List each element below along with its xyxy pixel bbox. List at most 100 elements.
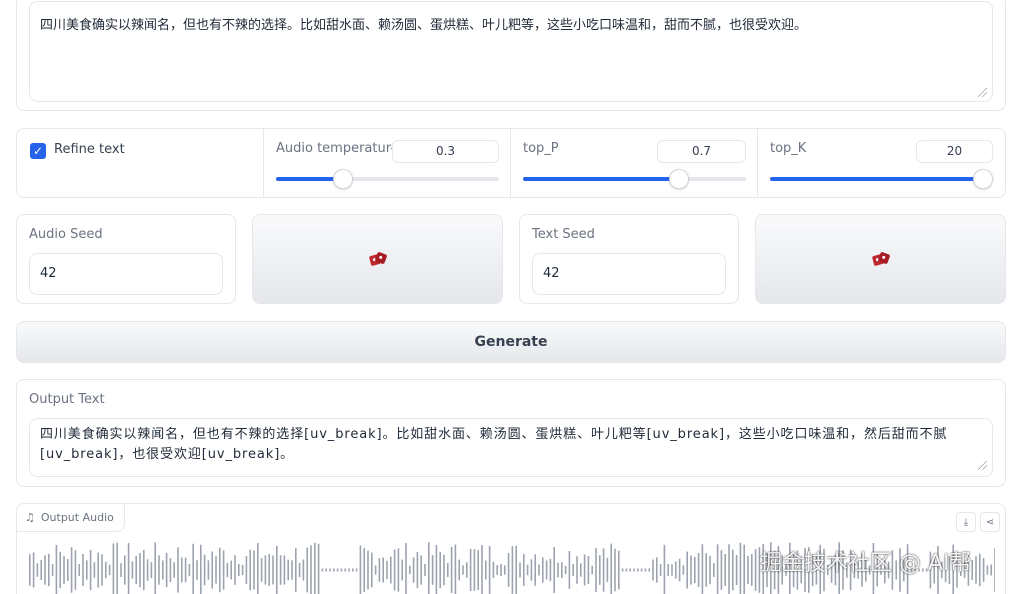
audio-seed-input[interactable]: 42 [29,253,223,295]
top-k-value[interactable]: 20 [916,140,993,163]
output-audio-tag: ♫ Output Audio [17,504,125,532]
waveform-bar [226,562,229,578]
resize-handle-icon[interactable] [978,88,987,97]
audio-seed-randomize-button[interactable] [252,214,503,304]
waveform-bar [580,563,582,577]
audio-temperature-value[interactable]: 0.3 [392,140,499,163]
waveform-bar [188,564,191,576]
waveform-bar [439,551,441,589]
settings-row: ✓ Refine text Audio temperature 0.3 top_… [16,128,1006,198]
waveform-bar [739,542,742,594]
waveform-bar [101,554,103,586]
refine-text-checkbox[interactable]: ✓ [30,143,46,159]
waveform-bar [393,549,396,591]
waveform-bar [416,551,419,589]
waveform-bar [260,558,263,582]
waveform-bar [82,554,84,586]
audio-temperature-thumb[interactable] [332,169,353,189]
share-icon[interactable]: ⋖ [980,512,1000,532]
waveform-bar [48,553,50,587]
waveform-bar [659,564,662,576]
waveform-bar [975,556,977,584]
waveform-bar [333,568,335,572]
waveform-bar [40,560,42,580]
waveform-bar [675,561,677,579]
waveform-bar [648,568,650,572]
waveform-bar [538,564,540,576]
waveform-bar [511,546,514,594]
waveform-bar [713,563,715,577]
waveform-bar [215,556,217,584]
waveform-bar [310,545,312,594]
top-p-cell: top_P 0.7 [511,129,758,197]
waveform-bar [177,547,179,593]
output-textarea[interactable]: 四川美食确实以辣闻名，但也有不辣的选择[uv_break]。比如甜水面、赖汤圆、… [29,418,993,477]
waveform-bar [701,544,704,594]
top-k-slider[interactable] [770,169,993,189]
waveform-bar [97,552,99,588]
waveform-bar [203,554,206,586]
waveform-bar [397,548,400,592]
waveform-bar [207,560,210,580]
top-p-value[interactable]: 0.7 [657,140,746,163]
waveform-bar [526,564,529,576]
waveform-bar [557,562,559,578]
waveform-bar [751,554,753,586]
waveform-bar [477,550,479,590]
waveform-bar [686,551,688,589]
waveform-bar [127,543,130,594]
waveform-bar [716,544,719,594]
audio-temperature-label: Audio temperature [276,141,399,156]
text-seed-input[interactable]: 42 [532,253,726,295]
waveform-bar [458,559,460,581]
waveform-bar [238,563,240,577]
waveform-bar [591,565,593,575]
waveform-bar [610,543,612,594]
waveform-bar [268,554,270,586]
text-seed-label: Text Seed [532,227,595,242]
waveform-bar [359,545,362,594]
waveform-bar [89,549,92,591]
waveform-bar [173,562,175,578]
waveform-bar [67,559,69,581]
waveform-bar [492,561,495,579]
waveform-bar [606,557,609,583]
input-textarea[interactable]: 四川美食确实以辣闻名，但也有不辣的选择。比如甜水面、赖汤圆、蛋烘糕、叶儿粑等，这… [29,1,993,102]
download-icon[interactable]: ⤓ [956,512,976,532]
waveform-bar [44,555,46,585]
waveform-bar [374,565,377,575]
top-p-slider[interactable] [523,169,746,189]
resize-handle-icon[interactable] [978,461,987,470]
waveform-bar [276,545,278,594]
waveform-bar [625,568,628,572]
waveform-bar [595,547,597,593]
waveform-bar [496,565,498,575]
waveform-bar [325,568,327,572]
waveform-bar [572,563,574,577]
generate-button[interactable]: Generate [16,321,1006,363]
waveform-bar [443,554,445,586]
waveform-bar [568,551,571,589]
waveform-bar [382,557,384,583]
waveform-bar [116,542,118,594]
waveform-bar [124,555,126,585]
watermark: 掘金技术社区 @ AI帮 [760,551,972,576]
waveform-bar [621,568,624,572]
waveform-bar [412,557,415,583]
waveform-bar [55,544,58,594]
waveform-bar [690,555,692,585]
waveform-bar [295,548,297,592]
text-seed-randomize-button[interactable] [755,214,1006,304]
waveform-bar [78,564,80,576]
top-k-thumb[interactable] [973,169,993,189]
waveform-bar [637,568,639,572]
audio-temperature-slider[interactable] [276,169,499,189]
waveform-bar [253,550,255,590]
output-text-label: Output Text [29,392,105,407]
waveform-bar [344,568,346,572]
waveform-bar [618,550,620,590]
waveform-bar [165,552,168,588]
top-p-thumb[interactable] [669,169,690,189]
waveform-bar [515,545,517,594]
waveform-bar [735,554,738,586]
